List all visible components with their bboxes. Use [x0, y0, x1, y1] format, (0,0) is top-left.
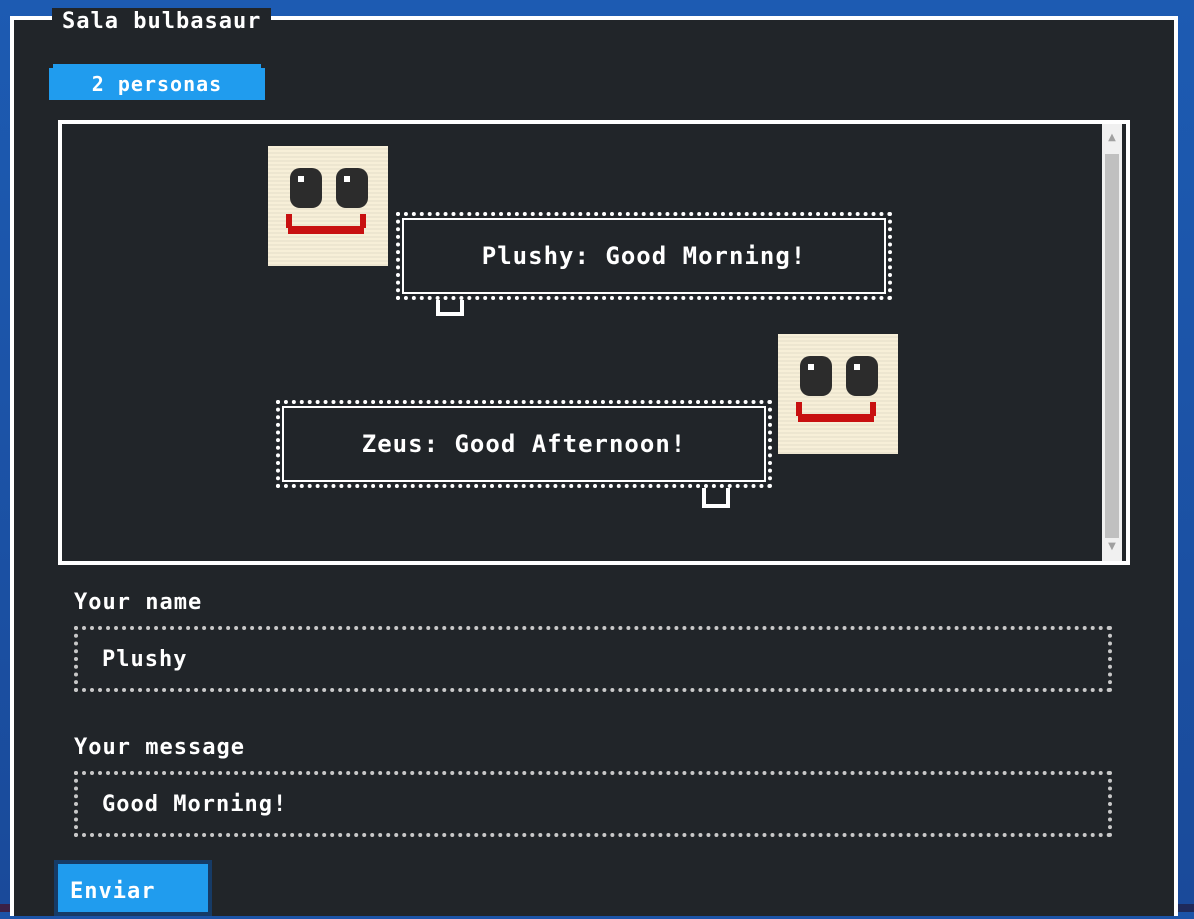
speech-bubble-tail — [702, 486, 730, 508]
left-eye-icon — [800, 356, 832, 396]
room-title: Sala bulbasaur — [52, 8, 272, 36]
avatar-plushy — [268, 146, 388, 266]
send-button[interactable]: Enviar — [54, 860, 212, 916]
right-eye-icon — [846, 356, 878, 396]
name-input[interactable] — [74, 626, 1112, 692]
message-label: Your message — [74, 735, 245, 760]
right-eye-icon — [336, 168, 368, 208]
message-text: Plushy: Good Morning! — [481, 242, 807, 270]
message-bubble: Plushy: Good Morning! — [396, 212, 892, 300]
name-label: Your name — [74, 590, 203, 615]
mouth-icon — [286, 214, 366, 234]
message-list[interactable]: Plushy: Good Morning! Zeus: Good Afterno… — [58, 120, 1130, 565]
mouth-icon — [796, 402, 876, 422]
scrollbar[interactable]: ▲ ▼ — [1102, 124, 1122, 561]
people-count-badge: 2 personas — [49, 64, 265, 104]
message-input[interactable] — [74, 771, 1112, 837]
scroll-up-arrow-icon[interactable]: ▲ — [1102, 124, 1122, 152]
scroll-down-arrow-icon[interactable]: ▼ — [1102, 533, 1122, 561]
message-bubble: Zeus: Good Afternoon! — [276, 400, 772, 488]
scroll-thumb[interactable] — [1105, 154, 1119, 538]
message-text: Zeus: Good Afternoon! — [361, 430, 687, 458]
avatar-zeus — [778, 334, 898, 454]
left-eye-icon — [290, 168, 322, 208]
